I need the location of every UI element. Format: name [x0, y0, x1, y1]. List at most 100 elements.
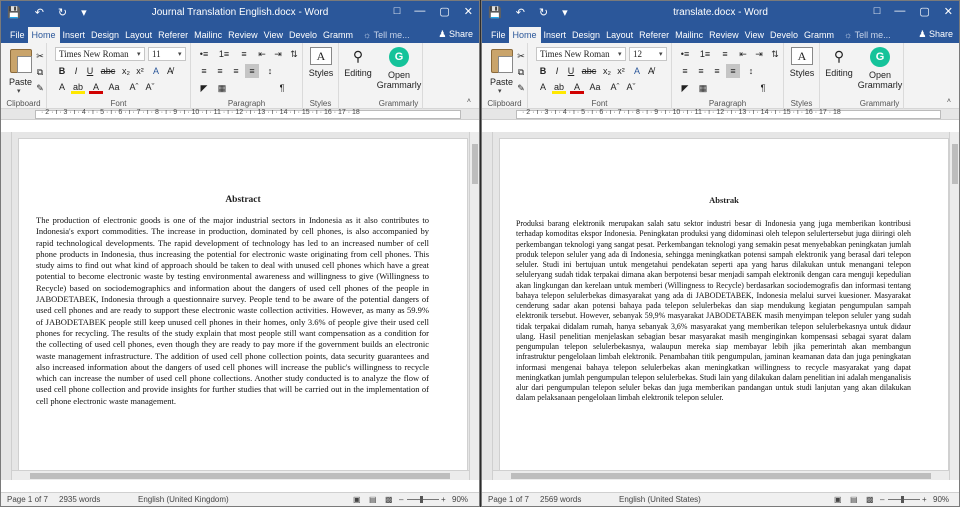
zoom-out-button[interactable]: –: [880, 495, 884, 504]
share-button[interactable]: ♟ Share: [438, 29, 473, 40]
subscript-button[interactable]: x₂: [600, 64, 614, 78]
zoom-in-button[interactable]: +: [922, 495, 927, 504]
vertical-scrollbar[interactable]: [469, 132, 479, 480]
language[interactable]: English (United Kingdom): [138, 495, 229, 504]
styles-button[interactable]: A Styles: [307, 47, 335, 78]
ribbon-display-icon[interactable]: □: [394, 5, 401, 18]
text-effects-icon[interactable]: A: [630, 64, 644, 78]
maximize-icon[interactable]: ▢: [439, 5, 449, 18]
word-count[interactable]: 2569 words: [540, 495, 581, 504]
format-painter-icon[interactable]: ✎: [33, 81, 47, 95]
tab-mailings[interactable]: Mailinc: [191, 28, 225, 43]
increase-indent-icon[interactable]: ⇥: [752, 47, 766, 61]
minimize-icon[interactable]: —: [894, 5, 905, 18]
align-right-icon[interactable]: ≡: [710, 64, 724, 78]
vertical-scrollbar[interactable]: [949, 132, 959, 480]
format-painter-icon[interactable]: ✎: [514, 81, 528, 95]
ribbon-display-icon[interactable]: □: [874, 5, 881, 18]
strikethrough-button[interactable]: abc: [580, 64, 598, 78]
print-layout-icon[interactable]: ▤: [369, 495, 377, 504]
zoom-level[interactable]: 90%: [933, 495, 949, 504]
multilevel-list-icon[interactable]: ≡: [237, 47, 251, 61]
horizontal-scrollbar[interactable]: [12, 470, 469, 480]
horizontal-scrollbar[interactable]: [493, 470, 949, 480]
font-name-dropdown-icon[interactable]: ▾: [618, 50, 622, 58]
tab-file[interactable]: File: [488, 28, 509, 43]
underline-button[interactable]: U: [564, 64, 578, 78]
read-mode-icon[interactable]: ▣: [834, 495, 842, 504]
tab-references[interactable]: Referer: [636, 28, 672, 43]
borders-icon[interactable]: ▦: [696, 81, 710, 95]
copy-icon[interactable]: ⧉: [33, 65, 47, 79]
clear-formatting-icon[interactable]: A̸: [163, 64, 177, 78]
tab-grammarly[interactable]: Gramm: [320, 28, 356, 43]
align-left-icon[interactable]: ≡: [197, 64, 211, 78]
tab-review[interactable]: Review: [225, 28, 261, 43]
zoom-slider[interactable]: [407, 499, 439, 500]
clear-formatting-icon[interactable]: A̸: [644, 64, 658, 78]
justify-icon[interactable]: ≡: [726, 64, 740, 78]
tell-me-box[interactable]: ☼ Tell me...: [360, 28, 413, 43]
document-page[interactable]: Abstrak Produksi barang elektronik merup…: [499, 138, 949, 478]
shrink-font-button[interactable]: Aˇ: [624, 80, 638, 94]
zoom-out-button[interactable]: –: [399, 495, 403, 504]
document-page[interactable]: Abstract The production of electronic go…: [18, 138, 468, 478]
grow-font-button[interactable]: Aˆ: [608, 80, 622, 94]
justify-icon[interactable]: ≡: [245, 64, 259, 78]
styles-button[interactable]: A Styles: [788, 47, 816, 78]
cut-icon[interactable]: ✂: [514, 49, 528, 63]
align-center-icon[interactable]: ≡: [213, 64, 227, 78]
collapse-ribbon-icon[interactable]: ˄: [467, 98, 471, 105]
font-color-button[interactable]: A: [89, 80, 103, 94]
tab-developer[interactable]: Develo: [767, 28, 801, 43]
tab-home[interactable]: Home: [508, 27, 541, 43]
decrease-indent-icon[interactable]: ⇤: [736, 47, 750, 61]
font-size-dropdown-icon[interactable]: ▾: [659, 50, 663, 58]
font-name-combo[interactable]: Times New Roman: [55, 47, 145, 61]
tab-file[interactable]: File: [7, 28, 28, 43]
page-count[interactable]: Page 1 of 7: [7, 495, 48, 504]
zoom-slider[interactable]: [888, 499, 920, 500]
font-name-combo[interactable]: Times New Roman: [536, 47, 626, 61]
paste-button[interactable]: Paste: [490, 77, 513, 87]
tab-mailings[interactable]: Mailinc: [672, 28, 706, 43]
editing-button[interactable]: ⚲ Editing: [822, 47, 856, 78]
tab-layout[interactable]: Layout: [603, 28, 636, 43]
font-color-button[interactable]: A: [570, 80, 584, 94]
close-icon[interactable]: ✕: [464, 5, 473, 18]
tab-view[interactable]: View: [742, 28, 767, 43]
sort-icon[interactable]: ⇅: [287, 47, 301, 61]
tab-view[interactable]: View: [261, 28, 286, 43]
numbering-icon[interactable]: 1≡: [698, 47, 712, 61]
abstract-paragraph[interactable]: The production of electronic goods is on…: [36, 215, 429, 407]
show-marks-icon[interactable]: ¶: [756, 81, 770, 95]
tell-me-box[interactable]: ☼ Tell me...: [841, 28, 894, 43]
page-count[interactable]: Page 1 of 7: [488, 495, 529, 504]
paste-button[interactable]: Paste: [9, 77, 32, 87]
minimize-icon[interactable]: —: [414, 5, 425, 18]
multilevel-list-icon[interactable]: ≡: [718, 47, 732, 61]
highlight-button[interactable]: ab: [71, 80, 85, 94]
font-size-dropdown-icon[interactable]: ▾: [178, 50, 182, 58]
sort-icon[interactable]: ⇅: [768, 47, 782, 61]
read-mode-icon[interactable]: ▣: [353, 495, 361, 504]
align-right-icon[interactable]: ≡: [229, 64, 243, 78]
numbering-icon[interactable]: 1≡: [217, 47, 231, 61]
line-spacing-icon[interactable]: ↕: [744, 64, 758, 78]
share-button[interactable]: ♟ Share: [918, 29, 953, 40]
bold-button[interactable]: B: [55, 64, 69, 78]
zoom-in-button[interactable]: +: [441, 495, 446, 504]
print-layout-icon[interactable]: ▤: [850, 495, 858, 504]
superscript-button[interactable]: x²: [133, 64, 147, 78]
language[interactable]: English (United States): [619, 495, 701, 504]
superscript-button[interactable]: x²: [614, 64, 628, 78]
tab-insert[interactable]: Insert: [60, 28, 89, 43]
bullets-icon[interactable]: •≡: [197, 47, 211, 61]
copy-icon[interactable]: ⧉: [514, 65, 528, 79]
borders-icon[interactable]: ▦: [215, 81, 229, 95]
bold-button[interactable]: B: [536, 64, 550, 78]
collapse-ribbon-icon[interactable]: ˄: [947, 98, 951, 105]
text-effects-button[interactable]: A: [55, 80, 69, 94]
cut-icon[interactable]: ✂: [33, 49, 47, 63]
close-icon[interactable]: ✕: [944, 5, 953, 18]
